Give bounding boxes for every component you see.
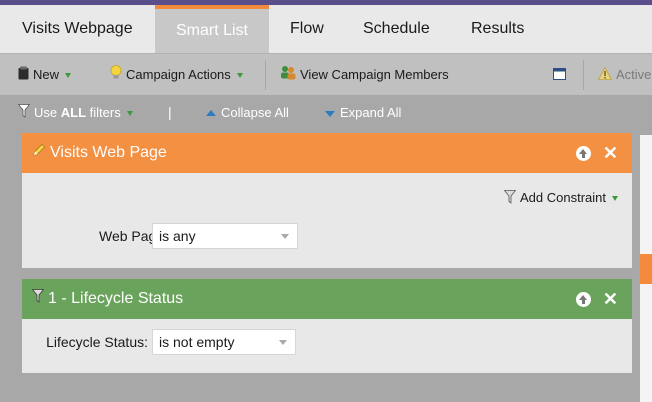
calendar-icon: [553, 55, 566, 97]
tab-schedule[interactable]: Schedule: [363, 5, 430, 53]
collapse-all-button[interactable]: Collapse All: [206, 95, 289, 131]
move-up-icon[interactable]: [575, 291, 591, 307]
add-constraint-button[interactable]: Add Constraint: [503, 190, 618, 207]
new-button[interactable]: New: [18, 54, 72, 97]
chevron-down-icon: [65, 73, 72, 79]
tab-results[interactable]: Results: [471, 5, 524, 53]
new-icon: [18, 55, 29, 97]
tab-smart-list[interactable]: Smart List: [155, 5, 269, 53]
panel-header-actions: ✕: [575, 133, 618, 173]
campaign-actions-label: Campaign Actions: [126, 67, 231, 82]
panel-title: Visits Web Page: [50, 144, 167, 162]
use-all-filters-dropdown[interactable]: Use ALL filters: [17, 95, 133, 132]
view-campaign-members-button[interactable]: View Campaign Members: [280, 54, 449, 96]
expand-all-button[interactable]: Expand All: [325, 95, 401, 131]
tab-flow[interactable]: Flow: [290, 5, 324, 53]
move-up-icon[interactable]: [575, 145, 591, 161]
lightbulb-icon: [110, 55, 122, 97]
expand-label: Expand All: [340, 105, 402, 120]
use-all-emphasis: ALL: [60, 105, 87, 120]
select-value: is any: [159, 228, 196, 244]
web-page-operator-select[interactable]: is any: [152, 223, 298, 249]
filter-funnel-icon: [503, 190, 517, 207]
filter-funnel-icon: [31, 279, 45, 319]
panel-title: 1 - Lifecycle Status: [48, 290, 184, 308]
tab-label: Smart List: [175, 22, 248, 39]
filter-funnel-icon: [17, 96, 31, 132]
chevron-down-icon: [279, 340, 287, 345]
toolbar: New Campaign Actions View Campaign Membe…: [0, 53, 652, 95]
campaign-actions-button[interactable]: Campaign Actions: [110, 54, 243, 96]
add-constraint-label: Add Constraint: [520, 190, 606, 205]
filter-bar: Use ALL filters | Collapse All Expand Al…: [0, 95, 652, 131]
tab-bar: Visits Webpage Smart List Flow Schedule …: [0, 5, 652, 53]
toolbar-divider: [265, 60, 266, 90]
lifecycle-status-operator-select[interactable]: is not empty: [152, 329, 296, 355]
collapse-label: Collapse All: [221, 105, 289, 120]
status-indicator: Active: [597, 54, 652, 97]
filterbar-separator: |: [168, 104, 172, 120]
new-label: New: [33, 67, 60, 82]
tab-label: Flow: [290, 20, 324, 37]
right-panel-accent: [640, 254, 652, 284]
collapse-icon: [206, 109, 216, 116]
lifecycle-status-label: Lifecycle Status:: [46, 334, 148, 350]
chevron-down-icon: [236, 73, 243, 79]
filter-panel-header[interactable]: 1 - Lifecycle Status ✕: [22, 279, 632, 319]
close-icon[interactable]: ✕: [603, 279, 618, 319]
chevron-down-icon: [126, 111, 133, 117]
use-prefix: Use: [34, 105, 58, 120]
smart-list-canvas: Use ALL filters | Collapse All Expand Al…: [0, 95, 652, 402]
tab-label: Visits Webpage: [22, 20, 133, 37]
toolbar-divider: [583, 60, 584, 90]
panel-header-actions: ✕: [575, 279, 618, 319]
expand-icon: [325, 110, 335, 117]
tab-visits-webpage[interactable]: Visits Webpage: [22, 5, 133, 53]
use-suffix: filters: [89, 105, 121, 120]
tab-label: Results: [471, 20, 525, 37]
status-label: Active: [616, 67, 652, 82]
trigger-panel-visits-web-page: Visits Web Page ✕ Add Constraint Web Pag…: [22, 133, 632, 268]
members-icon: [280, 55, 296, 97]
chevron-down-icon: [612, 196, 618, 202]
view-members-label: View Campaign Members: [300, 67, 449, 82]
filter-panel-body: Lifecycle Status: is not empty: [22, 319, 632, 373]
warning-icon: [597, 55, 613, 97]
chevron-down-icon: [281, 234, 289, 239]
filter-panel-lifecycle-status: 1 - Lifecycle Status ✕ Lifecycle Status:…: [22, 279, 632, 373]
calendar-button[interactable]: [553, 54, 570, 96]
pencil-trigger-icon: [32, 133, 46, 173]
close-icon[interactable]: ✕: [603, 133, 618, 173]
trigger-panel-header[interactable]: Visits Web Page ✕: [22, 133, 632, 173]
trigger-panel-body: Add Constraint Web Page: is any: [22, 173, 632, 268]
select-value: is not empty: [159, 334, 235, 350]
tab-label: Schedule: [363, 20, 430, 37]
